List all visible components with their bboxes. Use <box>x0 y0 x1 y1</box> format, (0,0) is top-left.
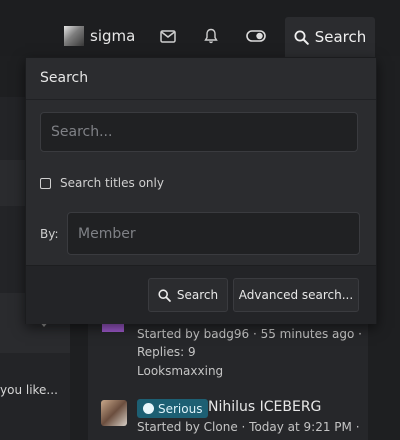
bell-icon <box>204 28 218 44</box>
advanced-search-label: Advanced search... <box>238 288 354 302</box>
username: sigma <box>90 27 136 45</box>
page: sigma Search you like... Started by badg… <box>0 0 400 440</box>
search-submit-button[interactable]: Search <box>148 278 228 312</box>
nav-search-label: Search <box>314 28 367 46</box>
top-navigation-bar: sigma Search <box>0 0 400 57</box>
avatar[interactable] <box>101 400 127 426</box>
thread-meta[interactable]: Started by badg96 · 55 minutes ago · <box>137 327 362 341</box>
style-toggle-button[interactable] <box>238 17 274 55</box>
thread-replies: Replies: 9 <box>137 345 196 359</box>
search-dropdown-title: Search <box>40 70 89 86</box>
badge-label: Serious <box>158 401 203 416</box>
emoji-icon <box>143 403 154 414</box>
search-dropdown-footer: Search Advanced search... <box>26 265 376 324</box>
titles-only-checkbox[interactable] <box>40 178 51 189</box>
user-menu[interactable]: sigma <box>64 17 135 55</box>
search-icon <box>294 30 309 45</box>
search-dropdown: Search Search titles only By: Search Adv… <box>25 57 377 324</box>
divider <box>26 99 376 100</box>
avatar <box>64 26 84 46</box>
nav-search-button[interactable]: Search <box>285 17 375 57</box>
prefix-badge[interactable]: Serious <box>137 399 209 418</box>
post-snippet: you like... <box>0 383 58 397</box>
search-input[interactable] <box>40 112 358 152</box>
member-input[interactable] <box>67 212 360 255</box>
titles-only-label[interactable]: Search titles only <box>60 176 164 190</box>
search-icon <box>158 288 171 302</box>
inbox-button[interactable] <box>150 17 186 55</box>
advanced-search-button[interactable]: Advanced search... <box>233 278 359 312</box>
envelope-icon <box>160 29 176 43</box>
alerts-button[interactable] <box>194 17 228 55</box>
thread-meta[interactable]: Started by Clone · Today at 9:21 PM · <box>137 420 360 434</box>
toggle-icon <box>246 30 266 42</box>
thread-forum-link[interactable]: Looksmaxxing <box>137 364 223 378</box>
by-label: By: <box>40 227 59 241</box>
search-submit-label: Search <box>176 288 219 302</box>
thread-title[interactable]: Nihilus ICEBERG <box>208 399 321 415</box>
